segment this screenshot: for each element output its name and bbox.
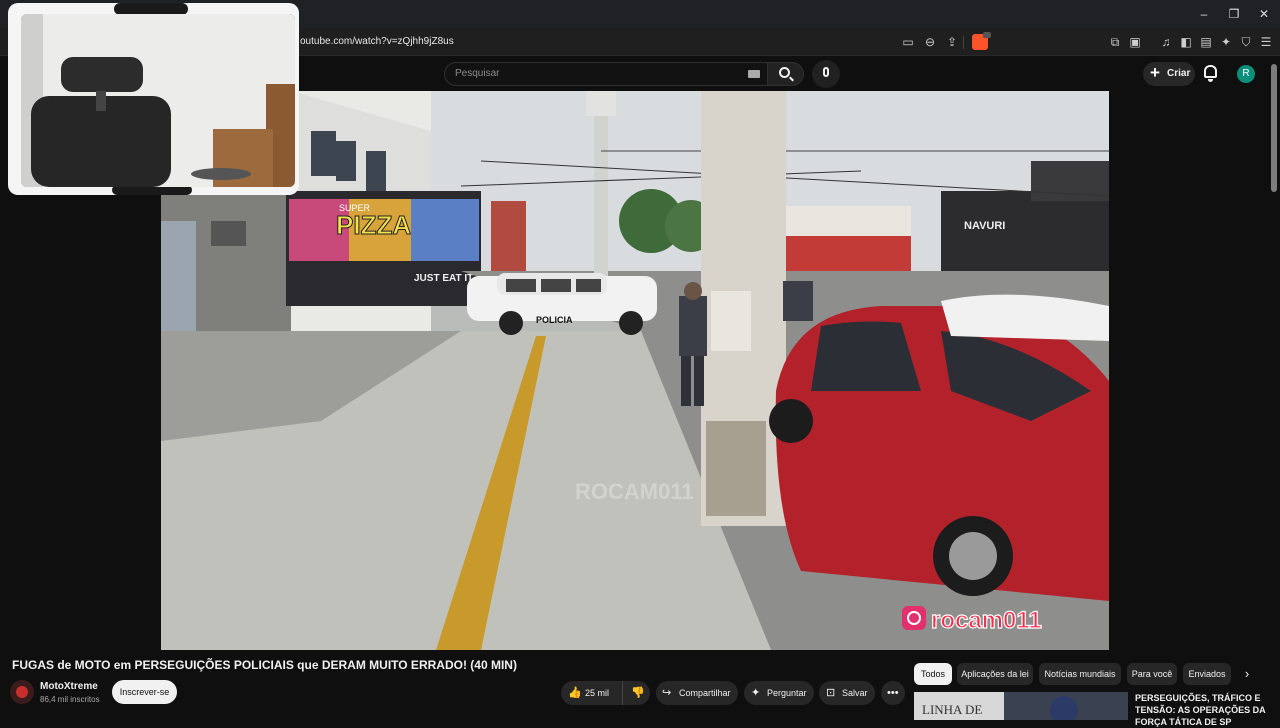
- address-bar[interactable]: outube.com/watch?v=zQjhh9jZ8us: [300, 36, 454, 47]
- extensions-icon[interactable]: ⧉: [1107, 34, 1123, 50]
- create-label: Criar: [1167, 68, 1191, 79]
- share-arrow-icon: ↪: [662, 687, 672, 699]
- zoom-icon[interactable]: ⊖: [922, 34, 938, 50]
- recommended-thumbnail[interactable]: LINHA DE: [914, 692, 1128, 720]
- dislike-button[interactable]: 👎: [622, 681, 650, 705]
- search-icon: [779, 67, 790, 78]
- graffiti-small-text: SUPER: [339, 203, 371, 213]
- subscribe-button[interactable]: Inscrever-se: [112, 680, 177, 704]
- store-sign: NAVURI: [964, 220, 1005, 232]
- sparkle-icon: ✦: [751, 687, 761, 699]
- police-car-label: POLICIA: [536, 315, 573, 325]
- notifications-icon[interactable]: [1204, 65, 1217, 82]
- chip-todos[interactable]: Todos: [914, 663, 952, 685]
- chip-aplicacoes-da-lei[interactable]: Aplicações da lei: [957, 663, 1033, 685]
- channel-avatar[interactable]: [10, 680, 34, 704]
- search-placeholder: Pesquisar: [455, 68, 500, 79]
- avatar[interactable]: R: [1237, 65, 1255, 83]
- chevron-right-icon[interactable]: ›: [1239, 663, 1255, 685]
- recommended-title[interactable]: PERSEGUIÇÕES, TRÁFICO E TENSÃO: AS OPERA…: [1135, 692, 1275, 728]
- channel-subscribers: 86,4 mil inscritos: [40, 695, 100, 704]
- recommended-thumb-text: LINHA DE: [922, 702, 982, 717]
- wallet-icon[interactable]: ▤: [1198, 34, 1214, 50]
- save-button[interactable]: ⊡ Salvar: [819, 681, 875, 705]
- brave-shields-icon[interactable]: [972, 32, 991, 50]
- menu-icon[interactable]: ☰: [1258, 34, 1274, 50]
- like-icon: 👍: [568, 687, 582, 699]
- leo-ai-icon[interactable]: ✦: [1218, 34, 1234, 50]
- voice-search-button[interactable]: [812, 60, 840, 88]
- reader-mode-icon[interactable]: ▣: [1127, 34, 1143, 50]
- more-icon: •••: [887, 687, 899, 699]
- dislike-icon: 👎: [631, 687, 645, 699]
- video-info: FUGAS de MOTO em PERSEGUIÇÕES POLICIAIS …: [0, 650, 1280, 727]
- keyboard-icon[interactable]: [748, 70, 760, 78]
- media-icon[interactable]: ♫: [1158, 34, 1174, 50]
- bookmark-icon: ⊡: [826, 687, 836, 699]
- webcam-scene: [21, 14, 295, 187]
- vpn-icon[interactable]: ⛉: [1238, 34, 1254, 50]
- video-watermark: ROCAM011: [575, 479, 694, 504]
- maximize-icon[interactable]: ❐: [1226, 6, 1242, 22]
- video-title: FUGAS de MOTO em PERSEGUIÇÕES POLICIAIS …: [12, 658, 517, 672]
- graffiti-text: PIZZA: [336, 210, 411, 240]
- sidebar-icon[interactable]: ◧: [1178, 34, 1194, 50]
- search-input[interactable]: Pesquisar: [444, 62, 768, 86]
- graffiti-just-text: JUST EAT IT: [414, 273, 473, 284]
- chip-enviados[interactable]: Enviados: [1183, 663, 1231, 685]
- chip-para-voce[interactable]: Para você: [1127, 663, 1177, 685]
- create-button[interactable]: + Criar: [1143, 62, 1195, 86]
- more-actions-button[interactable]: •••: [881, 681, 905, 705]
- share-icon[interactable]: ⇪: [944, 34, 960, 50]
- save-label: Salvar: [842, 688, 868, 698]
- mic-icon: [823, 67, 829, 77]
- minimize-icon[interactable]: –: [1196, 6, 1212, 22]
- recommended-thumbnail-art: LINHA DE: [914, 692, 1128, 720]
- video-frame: PIZZA SUPER JUST EAT IT NAVURI POLICIA R…: [161, 91, 1109, 650]
- share-label: Compartilhar: [679, 688, 731, 698]
- ask-label: Perguntar: [767, 688, 807, 698]
- chip-noticias-mundiais[interactable]: Notícias mundiais: [1039, 663, 1121, 685]
- brand-overlay: rocam011: [931, 607, 1042, 634]
- share-button[interactable]: ↪ Compartilhar: [656, 681, 738, 705]
- ask-button[interactable]: ✦ Perguntar: [744, 681, 814, 705]
- plus-icon: +: [1150, 63, 1160, 82]
- video-player[interactable]: PIZZA SUPER JUST EAT IT NAVURI POLICIA R…: [161, 91, 1109, 650]
- page-scrollbar[interactable]: [1271, 64, 1277, 192]
- channel-name[interactable]: MotoXtreme: [40, 681, 98, 692]
- webcam-feed: [21, 14, 295, 187]
- like-count: 25 mil: [585, 688, 610, 698]
- search-button[interactable]: [768, 62, 804, 86]
- install-app-icon[interactable]: ▭: [900, 34, 916, 50]
- toolbar-divider: [963, 36, 964, 49]
- close-icon[interactable]: ✕: [1256, 6, 1272, 22]
- webcam-overlay: [8, 3, 299, 195]
